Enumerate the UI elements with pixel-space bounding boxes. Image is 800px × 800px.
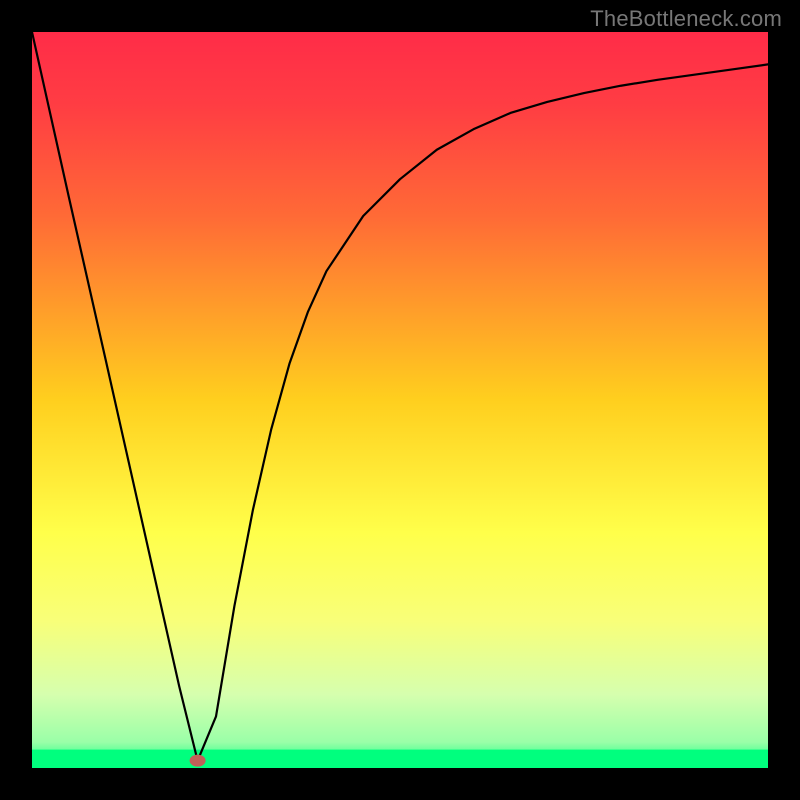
optimum-marker bbox=[190, 755, 206, 767]
chart-canvas bbox=[32, 32, 768, 768]
plot-area bbox=[32, 32, 768, 768]
gradient-background bbox=[32, 32, 768, 768]
green-band bbox=[32, 750, 768, 768]
watermark-text: TheBottleneck.com bbox=[590, 6, 782, 32]
chart-frame: TheBottleneck.com bbox=[0, 0, 800, 800]
